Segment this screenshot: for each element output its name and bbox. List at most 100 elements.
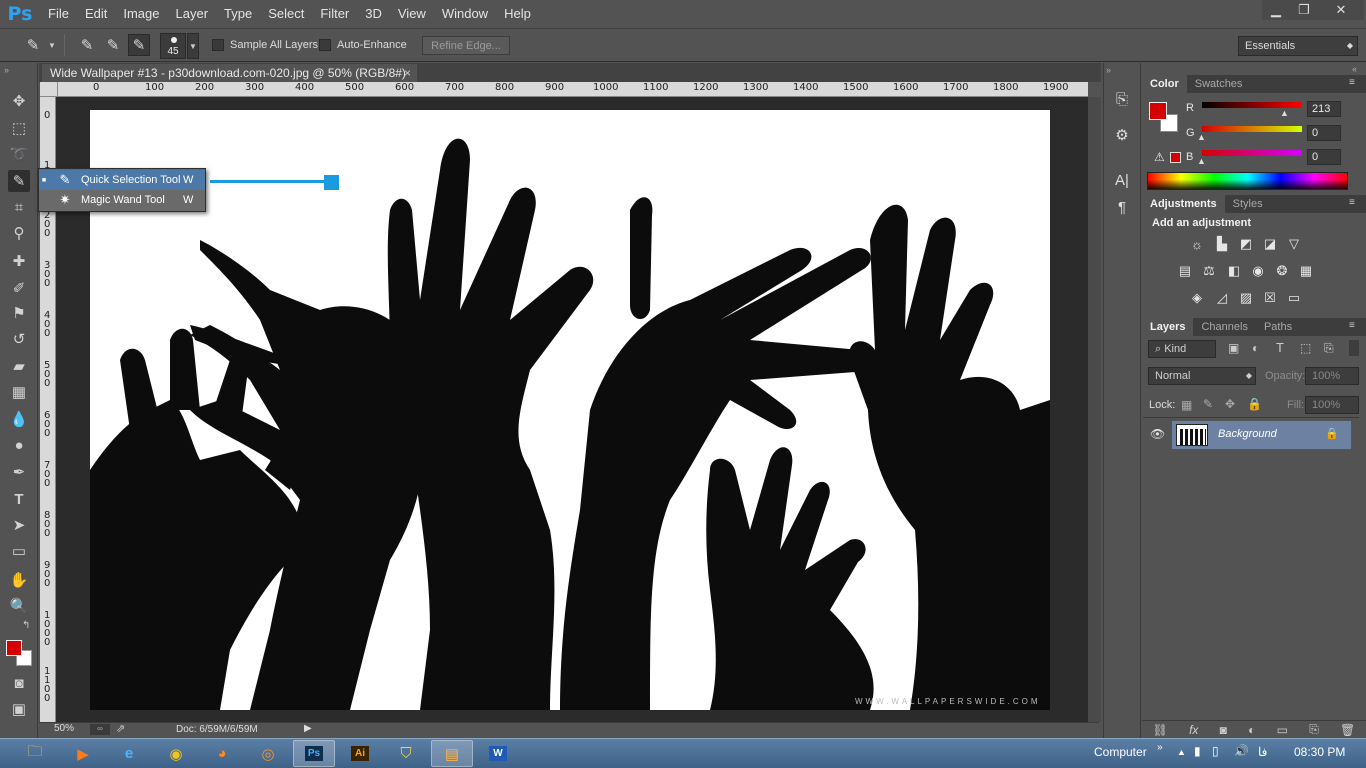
quick-mask-icon[interactable]: ◙: [8, 672, 30, 694]
zoom-tool-icon[interactable]: 🔍: [8, 595, 30, 617]
tab-adjustments[interactable]: Adjustments: [1142, 195, 1225, 213]
paragraph-panel-icon[interactable]: ¶: [1112, 197, 1132, 217]
screen-mode-icon[interactable]: ▣: [8, 698, 30, 720]
menu-file[interactable]: File: [40, 0, 77, 28]
quick-selection-tool-icon[interactable]: ✎: [8, 170, 30, 192]
add-to-selection-icon[interactable]: ✎: [102, 34, 124, 56]
g-slider-thumb-icon[interactable]: ▲: [1197, 132, 1206, 142]
curves-icon[interactable]: ◩: [1237, 235, 1255, 253]
gradient-tool-icon[interactable]: ▦: [8, 381, 30, 403]
add-mask-icon[interactable]: ◙: [1220, 723, 1227, 737]
b-value[interactable]: 0: [1307, 149, 1341, 165]
color-spectrum[interactable]: [1147, 172, 1348, 190]
tab-paths[interactable]: Paths: [1256, 318, 1300, 336]
ruler-origin[interactable]: [40, 82, 58, 97]
layer-filter-kind-select[interactable]: ⌕ Kind: [1148, 340, 1216, 358]
new-selection-icon[interactable]: ✎: [76, 34, 98, 56]
foreground-color-chip[interactable]: [1149, 102, 1167, 120]
opacity-field[interactable]: 100%: [1305, 367, 1359, 385]
collapse-strip-icon[interactable]: »: [1106, 65, 1111, 75]
language-indicator[interactable]: فا: [1258, 745, 1267, 759]
b-slider-thumb-icon[interactable]: ▲: [1197, 156, 1206, 166]
menu-help[interactable]: Help: [496, 0, 539, 28]
internet-explorer-icon[interactable]: e: [108, 740, 150, 767]
marquee-tool-icon[interactable]: ⬚: [8, 117, 30, 139]
tab-color[interactable]: Color: [1142, 75, 1187, 93]
channel-mixer-icon[interactable]: ❂: [1273, 262, 1291, 280]
menu-image[interactable]: Image: [115, 0, 167, 28]
tab-swatches[interactable]: Swatches: [1187, 75, 1251, 93]
brush-picker-arrow-icon[interactable]: ▼: [187, 33, 199, 59]
volume-icon[interactable]: 🔊: [1234, 744, 1249, 758]
invert-icon[interactable]: ◈: [1188, 289, 1206, 307]
close-document-icon[interactable]: ×: [404, 64, 411, 82]
fill-field[interactable]: 100%: [1305, 396, 1359, 414]
clone-stamp-tool-icon[interactable]: ⚑: [8, 302, 30, 324]
media-player-icon[interactable]: ▶: [62, 740, 104, 767]
workspace-select[interactable]: Essentials ◆: [1238, 36, 1358, 56]
crop-tool-icon[interactable]: ⌗: [8, 196, 30, 218]
archive-icon[interactable]: ▤: [431, 740, 473, 767]
hand-tool-icon[interactable]: ✋: [8, 569, 30, 591]
color-panel-menu-icon[interactable]: ≡: [1349, 77, 1355, 88]
dodge-tool-icon[interactable]: ●: [8, 434, 30, 456]
firefox-icon[interactable]: ◕: [201, 740, 243, 767]
link-layers-icon[interactable]: ⛓: [1153, 723, 1168, 737]
history-brush-tool-icon[interactable]: ↺: [8, 328, 30, 350]
menu-select[interactable]: Select: [260, 0, 312, 28]
document-image[interactable]: [90, 110, 1050, 710]
eyedropper-tool-icon[interactable]: ⚲: [8, 222, 30, 244]
path-selection-tool-icon[interactable]: ➤: [8, 514, 30, 536]
tab-styles[interactable]: Styles: [1225, 195, 1271, 213]
brush-picker[interactable]: 45: [160, 33, 186, 59]
filter-shape-icon[interactable]: ⬚: [1300, 341, 1311, 355]
history-panel-icon[interactable]: ⎘: [1112, 89, 1132, 109]
r-value[interactable]: 213: [1307, 101, 1341, 117]
auto-enhance-checkbox[interactable]: [319, 39, 331, 51]
brush-tool-icon[interactable]: ✐: [8, 277, 30, 299]
filter-toggle[interactable]: [1349, 340, 1359, 356]
g-slider[interactable]: [1202, 126, 1302, 132]
flyout-item-quick-selection[interactable]: ■ ✎ Quick Selection Tool W: [39, 170, 205, 190]
vertical-scrollbar[interactable]: [1088, 97, 1101, 722]
menu-layer[interactable]: Layer: [168, 0, 217, 28]
filter-pixel-icon[interactable]: ▣: [1228, 341, 1239, 355]
color-lookup-icon[interactable]: ▦: [1297, 262, 1315, 280]
photo-filter-icon[interactable]: ◉: [1249, 262, 1267, 280]
lock-all-icon[interactable]: 🔒: [1247, 397, 1262, 411]
lock-position-icon[interactable]: ✥: [1225, 397, 1235, 411]
adjustments-panel-menu-icon[interactable]: ≡: [1349, 197, 1355, 208]
hue-saturation-icon[interactable]: ▤: [1176, 262, 1194, 280]
eraser-tool-icon[interactable]: ▰: [8, 355, 30, 377]
levels-icon[interactable]: ▙: [1213, 235, 1231, 253]
healing-brush-tool-icon[interactable]: ✚: [8, 250, 30, 272]
menu-3d[interactable]: 3D: [357, 0, 390, 28]
toolbar-computer-label[interactable]: Computer: [1094, 745, 1147, 759]
b-slider[interactable]: [1202, 150, 1302, 156]
word-icon[interactable]: W: [477, 740, 519, 767]
lock-image-icon[interactable]: ✎: [1203, 397, 1213, 411]
layers-panel-menu-icon[interactable]: ≡: [1349, 320, 1355, 331]
foreground-color-swatch-top[interactable]: [6, 640, 22, 656]
new-layer-icon[interactable]: ⎘: [1309, 722, 1319, 737]
blend-mode-select[interactable]: Normal ◆: [1148, 367, 1256, 385]
preset-dropdown-arrow-icon[interactable]: ▼: [48, 41, 56, 50]
gradient-map-icon[interactable]: ▭: [1285, 289, 1303, 307]
lock-transparent-icon[interactable]: ▦: [1181, 398, 1192, 412]
blender-icon[interactable]: ◎: [247, 740, 289, 767]
toolbar-expand-icon[interactable]: »: [1157, 742, 1163, 753]
document-tab[interactable]: Wide Wallpaper #13 - p30download.com-020…: [42, 64, 417, 82]
pen-tool-icon[interactable]: ✒: [8, 461, 30, 483]
new-adjustment-layer-icon[interactable]: ◐: [1248, 723, 1255, 737]
show-hidden-icons[interactable]: ▲: [1177, 747, 1186, 757]
filter-type-icon[interactable]: T: [1276, 340, 1284, 355]
refine-edge-button[interactable]: Refine Edge...: [422, 36, 510, 55]
photoshop-taskbar-icon[interactable]: Ps: [293, 740, 335, 767]
illustrator-taskbar-icon[interactable]: Ai: [339, 740, 381, 767]
blur-tool-icon[interactable]: 💧: [8, 408, 30, 430]
status-menu-arrow-icon[interactable]: ▶: [304, 723, 312, 734]
tab-channels[interactable]: Channels: [1193, 318, 1255, 336]
out-of-gamut-warning-icon[interactable]: ⚠: [1154, 150, 1165, 164]
flyout-item-magic-wand[interactable]: ✷ Magic Wand Tool W: [39, 190, 205, 210]
layer-name[interactable]: Background: [1218, 428, 1277, 440]
